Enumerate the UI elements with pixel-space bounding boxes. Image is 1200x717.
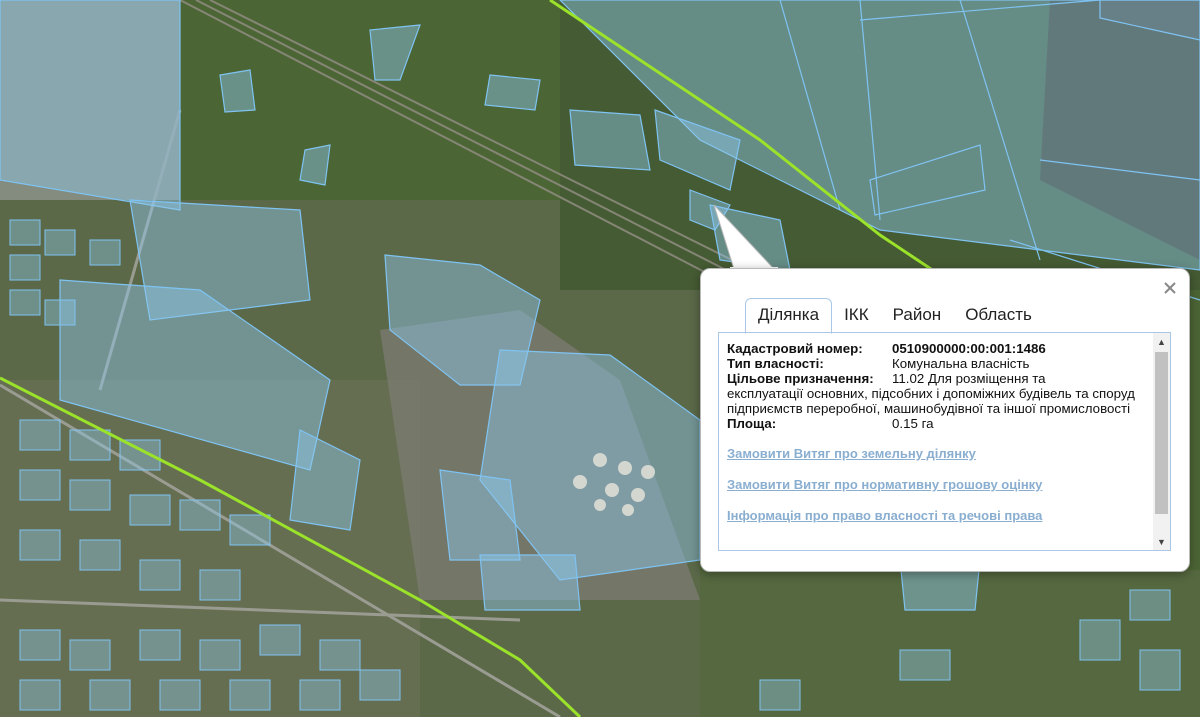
parcel	[299, 144, 331, 186]
parcel	[219, 69, 256, 113]
area-value: 0.15 га	[892, 416, 934, 431]
purpose-row: Цільове призначення: 11.02 Для розміщенн…	[727, 371, 1147, 386]
ownership-row: Тип власності: Комунальна власність	[727, 356, 1147, 371]
order-parcel-extract-link[interactable]: Замовити Витяг про земельну ділянку	[727, 446, 1147, 461]
tab-ikk[interactable]: ІКК	[832, 299, 881, 333]
tab-panel: Кадастровий номер: 0510900000:00:001:148…	[718, 332, 1171, 551]
cadastral-label: Кадастровий номер:	[727, 341, 863, 356]
scroll-down-icon[interactable]: ▼	[1153, 533, 1170, 550]
popup-tabs: Ділянка ІКК Район Область	[745, 297, 1044, 334]
parcel-details: Кадастровий номер: 0510900000:00:001:148…	[727, 341, 1147, 523]
parcel	[0, 0, 181, 211]
ownership-label: Тип власності:	[727, 356, 824, 371]
scroll-up-icon[interactable]: ▲	[1153, 333, 1170, 350]
order-valuation-extract-link[interactable]: Замовити Витяг про нормативну грошову оц…	[727, 477, 1147, 492]
parcel	[439, 469, 521, 561]
purpose-value-continued: експлуатації основних, підсобних і допом…	[727, 386, 1135, 416]
scroll-thumb[interactable]	[1155, 352, 1168, 514]
purpose-value: 11.02 Для розміщення та	[892, 371, 1046, 386]
cadastral-row: Кадастровий номер: 0510900000:00:001:148…	[727, 341, 1147, 356]
parcel	[569, 109, 651, 171]
tab-district[interactable]: Район	[881, 299, 954, 333]
ownership-rights-info-link[interactable]: Інформація про право власності та речові…	[727, 508, 1147, 523]
purpose-label: Цільове призначення:	[727, 371, 874, 386]
tab-parcel[interactable]: Ділянка	[745, 298, 833, 334]
popup-pointer	[713, 204, 778, 273]
parcel	[484, 74, 541, 111]
close-icon[interactable]	[1161, 279, 1179, 297]
area-row: Площа: 0.15 га	[727, 416, 1147, 431]
parcel-info-popup: Ділянка ІКК Район Область Кадастровий но…	[700, 268, 1190, 572]
parcel	[479, 554, 581, 611]
popup-scrollbar[interactable]: ▲ ▼	[1153, 333, 1170, 550]
ownership-value: Комунальна власність	[892, 356, 1030, 371]
tab-region[interactable]: Область	[953, 299, 1044, 333]
area-label: Площа:	[727, 416, 777, 431]
cadastral-value: 0510900000:00:001:1486	[892, 341, 1046, 356]
